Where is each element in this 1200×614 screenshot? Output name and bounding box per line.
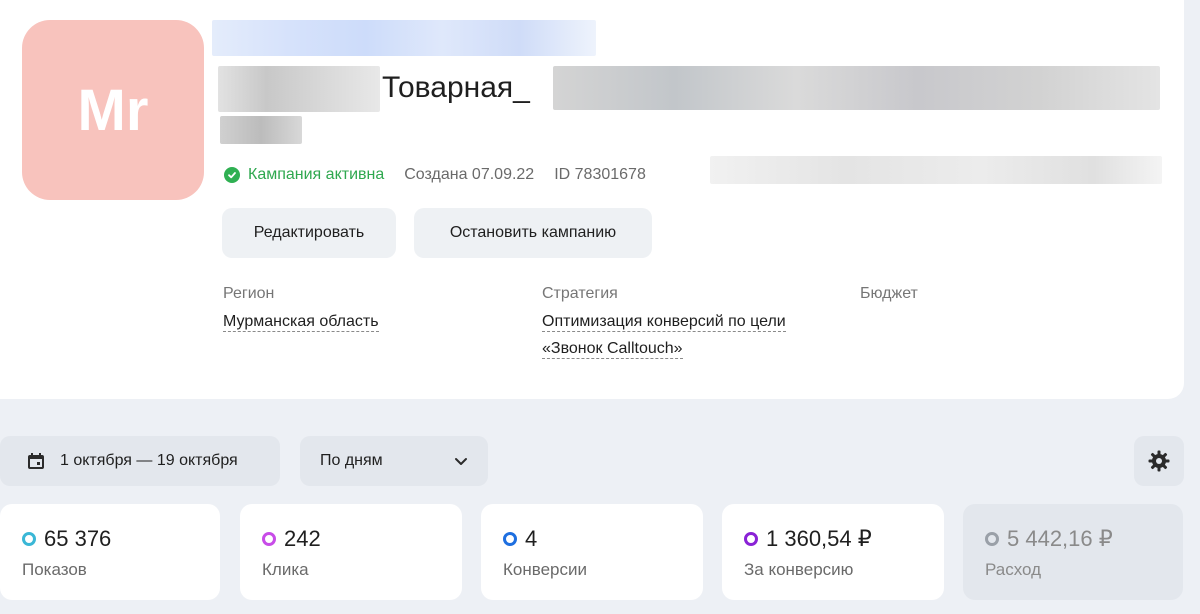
check-circle-icon (224, 167, 240, 183)
stat-value: 5 442,16 ₽ (1007, 526, 1113, 551)
series-marker-icon (744, 532, 758, 546)
stat-label: Клика (262, 560, 309, 579)
stat-label: За конверсию (744, 560, 854, 579)
stat-clicks[interactable]: 242 Клика (240, 504, 462, 600)
title-redacted-part (553, 66, 1160, 110)
stat-spend[interactable]: 5 442,16 ₽ Расход (963, 504, 1183, 600)
campaign-avatar: Mr (22, 20, 204, 200)
campaign-title: Товарная_ (382, 71, 530, 104)
stop-campaign-button[interactable]: Остановить кампанию (414, 208, 652, 258)
campaign-status-row: Кампания активна Создана 07.09.22 ID 783… (224, 164, 666, 186)
region-value[interactable]: Мурманская область (223, 308, 379, 335)
stat-label: Расход (985, 560, 1042, 579)
budget-label: Бюджет (860, 285, 918, 302)
avatar-initials: Mr (77, 77, 149, 143)
settings-button[interactable] (1134, 436, 1184, 486)
series-marker-icon (985, 532, 999, 546)
created-date: Создана 07.09.22 (404, 166, 535, 183)
calendar-icon (26, 451, 46, 471)
stat-value: 1 360,54 ₽ (766, 526, 872, 551)
grouping-select[interactable]: По дням (300, 436, 488, 486)
status-badge: Кампания активна (224, 166, 384, 184)
grouping-value: По дням (320, 452, 383, 469)
campaign-id: ID 78301678 (554, 166, 646, 183)
series-marker-icon (262, 532, 276, 546)
status-redacted (710, 156, 1162, 184)
strategy-value[interactable]: Оптимизация конверсий по цели «Звонок Ca… (542, 308, 786, 362)
status-text: Кампания активна (248, 166, 385, 183)
breadcrumb-redacted (212, 20, 596, 56)
stat-conversions[interactable]: 4 Конверсии (481, 504, 703, 600)
strategy-label: Стратегия (542, 285, 618, 302)
strategy-value-line1[interactable]: Оптимизация конверсий по цели (542, 313, 786, 332)
title-redacted-part (218, 66, 380, 112)
date-range-button[interactable]: 1 октября — 19 октября (0, 436, 280, 486)
region-label: Регион (223, 285, 275, 302)
gear-icon (1147, 449, 1171, 473)
title-redacted-part (220, 116, 302, 144)
series-marker-icon (22, 532, 36, 546)
strategy-value-line2[interactable]: «Звонок Calltouch» (542, 340, 683, 359)
region-value-text[interactable]: Мурманская область (223, 313, 379, 332)
date-range-text: 1 октября — 19 октября (60, 452, 238, 469)
stat-value: 242 (284, 526, 321, 551)
chevron-down-icon (452, 452, 470, 470)
stat-cost-per-conversion[interactable]: 1 360,54 ₽ За конверсию (722, 504, 944, 600)
stat-impressions[interactable]: 65 376 Показов (0, 504, 220, 600)
campaign-card: Mr Товарная_ Кампания активна Создана 07… (0, 0, 1184, 399)
stat-label: Показов (22, 560, 87, 579)
stat-label: Конверсии (503, 560, 587, 579)
stat-value: 65 376 (44, 526, 112, 551)
stat-value: 4 (525, 526, 538, 551)
series-marker-icon (503, 532, 517, 546)
edit-button[interactable]: Редактировать (222, 208, 396, 258)
